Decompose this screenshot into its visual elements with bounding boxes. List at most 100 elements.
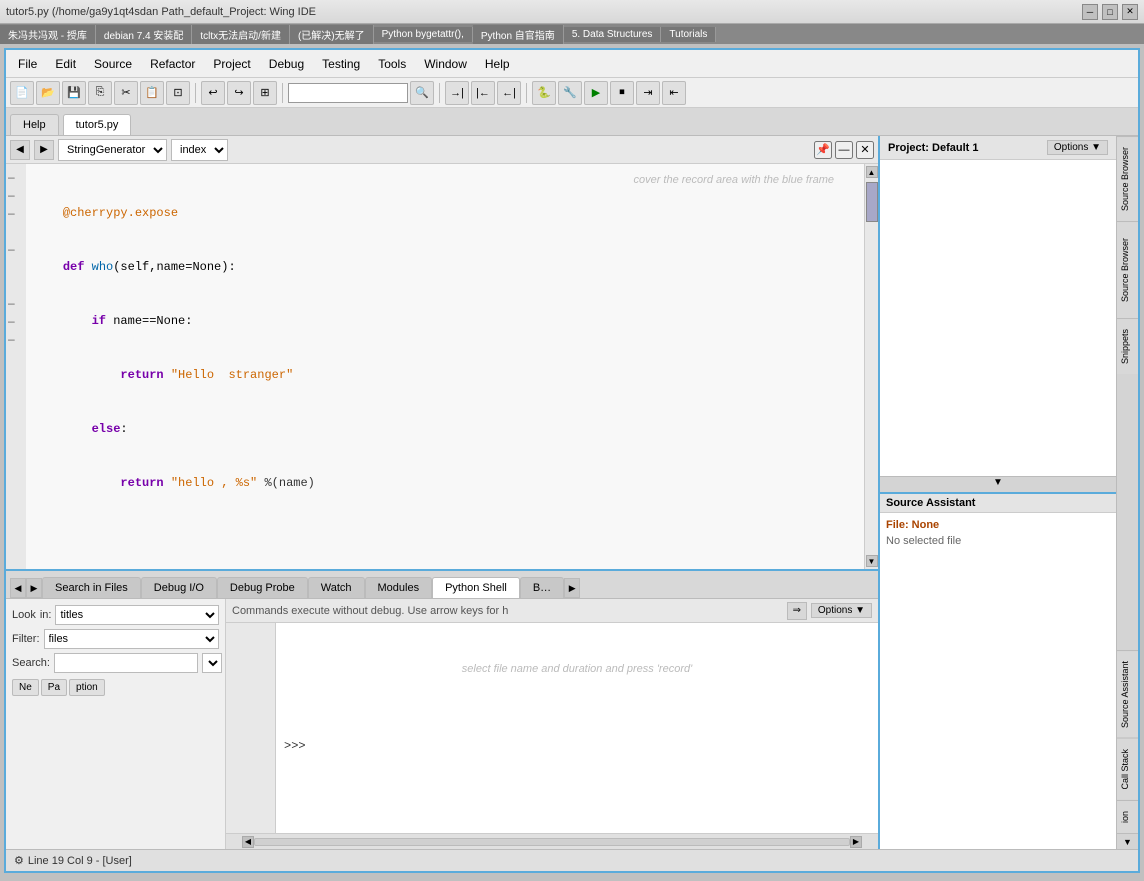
close-editor-icon[interactable]: ✕	[856, 141, 874, 159]
minimize-editor-icon[interactable]: —	[835, 141, 853, 159]
toolbar-undo[interactable]: ↩	[201, 81, 225, 105]
bottom-content: Look in: titles files Filter: files a	[6, 599, 878, 849]
editor-scrollbar[interactable]: ▲ ▼	[864, 164, 878, 569]
browser-tab-0[interactable]: 朱冯共冯观 - 授库	[0, 25, 96, 44]
browser-tab-4[interactable]: Python bygetattr(),	[374, 27, 473, 42]
toolbar-python[interactable]: 🐍	[532, 81, 556, 105]
browser-tab-3[interactable]: (已解决)无解了	[290, 25, 374, 44]
status-icon: ⚙	[14, 854, 24, 867]
class-dropdown[interactable]: StringGenerator	[58, 139, 167, 161]
option-btn[interactable]: ption	[69, 679, 105, 696]
pin-icon[interactable]: 📌	[814, 141, 832, 159]
toolbar-paste[interactable]: 📋	[140, 81, 164, 105]
vtab-source-browser[interactable]: Source Browser	[1117, 221, 1138, 318]
vtab-snippets[interactable]: Snippets	[1117, 318, 1138, 374]
minimize-button[interactable]: ─	[1082, 4, 1098, 20]
tab-debug-probe[interactable]: Debug Probe	[217, 577, 308, 598]
tab-search-files[interactable]: Search in Files	[42, 577, 141, 598]
vtab-call-stack[interactable]: Call Stack	[1117, 738, 1138, 800]
toolbar-indent-right[interactable]: →|	[445, 81, 469, 105]
source-assistant-header: Source Assistant	[880, 494, 1116, 513]
browser-tab-7[interactable]: Tutorials	[661, 27, 716, 42]
menu-refactor[interactable]: Refactor	[142, 54, 203, 74]
menu-project[interactable]: Project	[205, 54, 258, 74]
toolbar-copy[interactable]: ⎘	[88, 81, 112, 105]
menu-edit[interactable]: Edit	[47, 54, 84, 74]
shell-toolbar-btn[interactable]: ⇒	[787, 602, 807, 620]
menu-debug[interactable]: Debug	[261, 54, 312, 74]
search-input[interactable]	[288, 83, 408, 103]
method-dropdown[interactable]: index	[171, 139, 228, 161]
tab-debug-io[interactable]: Debug I/O	[141, 577, 217, 598]
source-assistant-panel: Source Assistant File: None No selected …	[880, 492, 1116, 850]
shell-toolbar: Commands execute without debug. Use arro…	[226, 599, 878, 623]
filter-select[interactable]: files all	[44, 629, 220, 649]
status-bar: ⚙ Line 19 Col 9 - [User]	[6, 849, 1138, 871]
fold-markers: – – – – – – –	[6, 164, 26, 569]
toolbar-sep-4	[526, 83, 527, 103]
tab-watch[interactable]: Watch	[308, 577, 365, 598]
bottom-tab-right-arrow[interactable]: ▶	[26, 578, 42, 598]
bottom-tab-more[interactable]: ▶	[564, 578, 580, 598]
tab-bar: Help tutor5.py	[6, 108, 1138, 136]
toolbar-step[interactable]: ⇥	[636, 81, 660, 105]
toolbar-cut[interactable]: ✂	[114, 81, 138, 105]
nav-forward-btn[interactable]: ▶	[34, 140, 54, 160]
toolbar-debug[interactable]: 🔧	[558, 81, 582, 105]
toolbar-new[interactable]: 📄	[10, 81, 34, 105]
new-btn[interactable]: Ne	[12, 679, 39, 696]
project-label: Project: Default 1	[888, 142, 978, 154]
search-files-input[interactable]	[54, 653, 198, 673]
path-btn[interactable]: Pa	[41, 679, 67, 696]
source-assistant-content: File: None No selected file	[880, 513, 1116, 850]
toolbar-unindent[interactable]: ←|	[497, 81, 521, 105]
toolbar-indent-left[interactable]: |←	[471, 81, 495, 105]
restore-button[interactable]: □	[1102, 4, 1118, 20]
browser-tab-1[interactable]: debian 7.4 安装配	[96, 25, 193, 44]
vtab-locations[interactable]: ion	[1117, 800, 1138, 833]
look-select[interactable]: titles files	[55, 605, 219, 625]
tab-tutor5[interactable]: tutor5.py	[63, 114, 132, 135]
menu-help[interactable]: Help	[477, 54, 518, 74]
menu-file[interactable]: File	[10, 54, 45, 74]
collapse-arrow[interactable]: ▼	[880, 476, 1116, 492]
nav-back-btn[interactable]: ◀	[10, 140, 30, 160]
code-content[interactable]: @cherrypy.expose def who(self,name=None)…	[26, 164, 864, 569]
vtab-collapse[interactable]: ▼	[1117, 833, 1138, 849]
browser-tab-6[interactable]: 5. Data Structures	[564, 27, 662, 42]
menu-tools[interactable]: Tools	[370, 54, 414, 74]
vtab-project[interactable]: Source Browser	[1117, 136, 1138, 221]
file-label: File: None	[886, 519, 1110, 531]
close-button[interactable]: ✕	[1122, 4, 1138, 20]
browser-tab-2[interactable]: tcltx无法启动/新建	[192, 25, 290, 44]
shell-hint: Commands execute without debug. Use arro…	[232, 605, 783, 617]
menu-source[interactable]: Source	[86, 54, 140, 74]
toolbar-end[interactable]: ⇤	[662, 81, 686, 105]
vtab-source-assistant[interactable]: Source Assistant	[1117, 650, 1138, 738]
browser-tab-5[interactable]: Python 自官指南	[473, 25, 564, 44]
toolbar-sep-1	[195, 83, 196, 103]
toolbar-copy2[interactable]: ⊡	[166, 81, 190, 105]
menu-window[interactable]: Window	[416, 54, 475, 74]
project-options-btn[interactable]: Options ▼	[1047, 140, 1108, 155]
shell-options-btn[interactable]: Options ▼	[811, 603, 872, 618]
tab-python-shell[interactable]: Python Shell	[432, 577, 520, 598]
tab-help[interactable]: Help	[10, 114, 59, 135]
menu-testing[interactable]: Testing	[314, 54, 368, 74]
search-dropdown[interactable]	[202, 653, 222, 673]
bottom-tabs: ◀ ▶ Search in Files Debug I/O Debug Prob…	[6, 571, 878, 599]
toolbar-save[interactable]: 💾	[62, 81, 86, 105]
project-panel: Project: Default 1 Options ▼ ▼	[880, 136, 1116, 492]
tab-modules[interactable]: Modules	[365, 577, 433, 598]
shell-scrollbar[interactable]: ◀ ▶	[226, 833, 878, 849]
toolbar-search-btn[interactable]: 🔍	[410, 81, 434, 105]
toolbar-stop[interactable]: ⏹	[610, 81, 634, 105]
toolbar-redo[interactable]: ↪	[227, 81, 251, 105]
shell-main[interactable]: select file name and duration and press …	[276, 623, 878, 833]
tab-b[interactable]: B…	[520, 577, 564, 598]
no-file-label: No selected file	[886, 535, 1110, 547]
bottom-tab-left-arrow[interactable]: ◀	[10, 578, 26, 598]
toolbar-run[interactable]: ▶	[584, 81, 608, 105]
toolbar-indent[interactable]: ⊞	[253, 81, 277, 105]
toolbar-open[interactable]: 📂	[36, 81, 60, 105]
